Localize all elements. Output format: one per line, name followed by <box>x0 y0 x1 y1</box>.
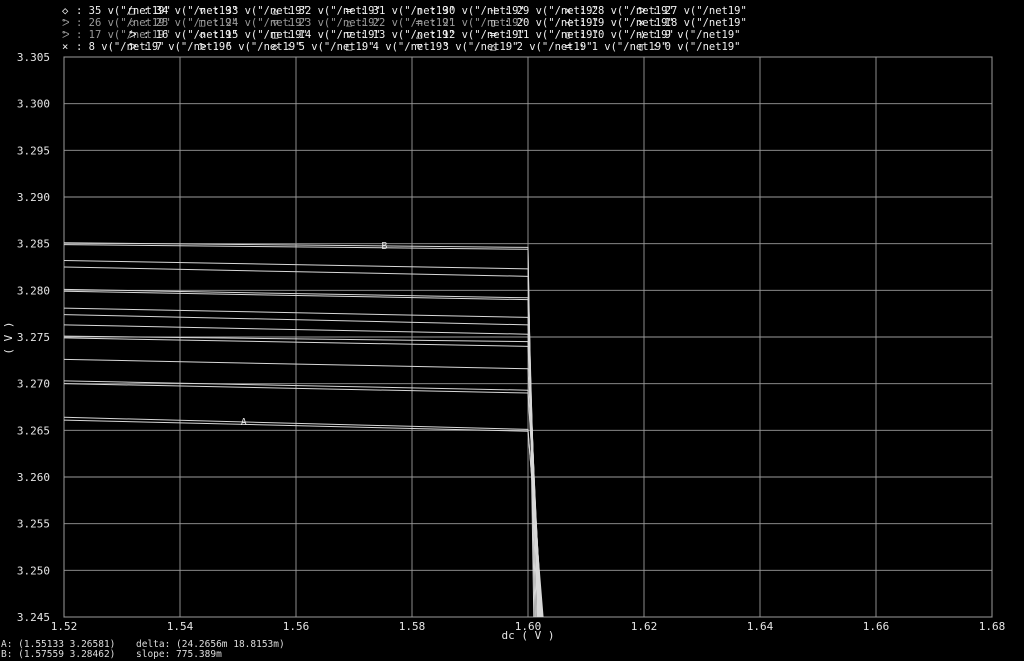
y-tick-label: 3.275 <box>17 331 50 344</box>
marker-b-readout: B: (1.57559 3.28462) <box>1 649 116 660</box>
y-tick-label: 3.305 <box>17 51 50 64</box>
x-tick-label: 1.54 <box>167 620 194 633</box>
y-tick-label: 3.295 <box>17 144 50 157</box>
x-tick-label: 1.64 <box>747 620 774 633</box>
x-tick-label: 1.56 <box>283 620 310 633</box>
cursor-readout: A: (1.55133 3.26581) B: (1.57559 3.28462… <box>0 640 1024 661</box>
x-tick-label: 1.68 <box>979 620 1006 633</box>
y-tick-label: 3.250 <box>17 564 50 577</box>
y-tick-label: 3.270 <box>17 378 50 391</box>
x-tick-label: 1.58 <box>399 620 426 633</box>
x-tick-label: 1.62 <box>631 620 658 633</box>
x-tick-label: 1.52 <box>51 620 78 633</box>
y-axis-ticks: 3.305 3.300 3.295 3.290 3.285 3.280 3.275 3.270… <box>17 51 50 624</box>
y-tick-label: 3.255 <box>17 518 50 531</box>
y-tick-label: 3.260 <box>17 471 50 484</box>
y-tick-label: 3.285 <box>17 238 50 251</box>
y-tick-label: 3.290 <box>17 191 50 204</box>
waveform-plot[interactable]: 3.305 3.300 3.295 3.290 3.285 3.280 3.275 3.270… <box>0 0 1024 661</box>
y-tick-label: 3.300 <box>17 98 50 111</box>
y-tick-label: 3.265 <box>17 424 50 437</box>
slope-readout: slope: 775.389m <box>136 649 222 660</box>
x-tick-label: 1.66 <box>863 620 890 633</box>
y-tick-label: 3.280 <box>17 284 50 297</box>
y-tick-label: 3.245 <box>17 611 50 624</box>
marker-b[interactable]: B <box>381 241 387 252</box>
marker-a[interactable]: A <box>241 417 247 428</box>
y-axis-label: ( V ) <box>2 321 15 354</box>
